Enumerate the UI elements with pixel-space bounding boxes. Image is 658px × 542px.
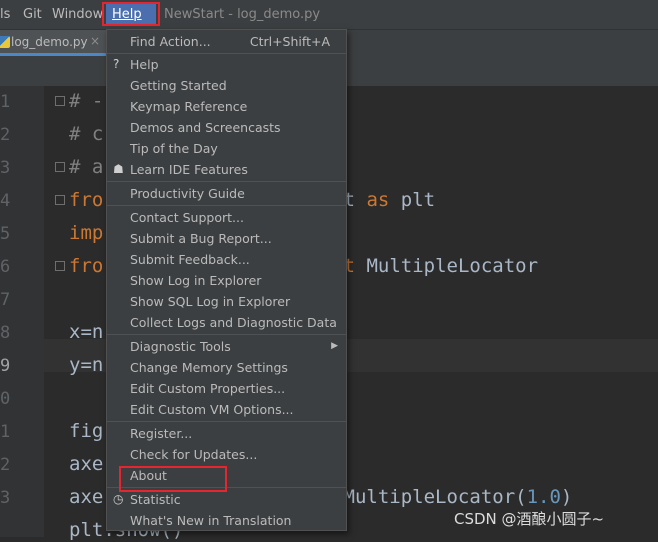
graduation-cap-icon: ☗ — [113, 162, 124, 176]
window-title: NewStart - log_demo.py — [164, 7, 321, 22]
code-line: y=n — [69, 353, 103, 377]
menu-item-getting-started[interactable]: Getting Started — [107, 75, 346, 96]
fold-icon[interactable] — [55, 96, 65, 106]
code-token: as — [366, 189, 390, 211]
menu-item-edit-properties[interactable]: Edit Custom Properties... — [107, 378, 346, 399]
menu-separator — [107, 181, 346, 182]
code-line: axe — [69, 452, 103, 476]
code-token: # a — [69, 156, 104, 178]
menu-item-statistic[interactable]: ◷ Statistic — [107, 489, 346, 510]
line-number: 4 — [0, 191, 11, 211]
code-line: imp — [69, 221, 103, 245]
menu-item-show-sql-log[interactable]: Show SQL Log in Explorer — [107, 291, 346, 312]
watermark-text: CSDN @酒酿小圆子~ — [454, 510, 605, 528]
fold-icon[interactable] — [55, 261, 65, 271]
python-file-icon — [0, 36, 10, 48]
menu-separator — [107, 487, 346, 488]
help-menu: Find Action... Ctrl+Shift+A ? Help Getti… — [106, 29, 347, 531]
menu-item-tip-of-day[interactable]: Tip of the Day — [107, 138, 346, 159]
line-number: 1 — [0, 92, 11, 112]
code-token: plt — [389, 189, 436, 211]
line-number: 6 — [0, 257, 11, 277]
menu-separator — [107, 205, 346, 206]
tab-label: log_demo.py — [11, 35, 88, 49]
line-number: 3 — [0, 488, 11, 508]
code-token: # - — [69, 90, 104, 112]
line-number: 5 — [0, 224, 11, 244]
line-number: 2 — [0, 125, 11, 145]
submenu-arrow-icon: ▶ — [331, 341, 338, 351]
menu-item-find-action[interactable]: Find Action... Ctrl+Shift+A — [107, 31, 346, 52]
menu-help-label: Help — [112, 7, 142, 22]
line-number: 2 — [0, 455, 11, 475]
close-icon[interactable]: × — [90, 33, 100, 49]
code-line: # - — [69, 89, 103, 113]
menu-item-submit-feedback[interactable]: Submit Feedback... — [107, 249, 346, 270]
line-number: 7 — [0, 290, 11, 310]
code-token: ) — [560, 486, 573, 508]
menu-item-contact-support[interactable]: Contact Support... — [107, 207, 346, 228]
code-token: fig — [69, 420, 104, 442]
menu-item-register[interactable]: Register... — [107, 423, 346, 444]
menu-item-collect-logs[interactable]: Collect Logs and Diagnostic Data — [107, 312, 346, 333]
code-token: 1.0 — [526, 486, 561, 508]
line-number: 8 — [0, 323, 11, 343]
tab-log-demo[interactable]: log_demo.py × — [0, 30, 106, 56]
menu-item-demos[interactable]: Demos and Screencasts — [107, 117, 346, 138]
code-token: axe — [69, 453, 104, 475]
code-line: # a — [69, 155, 103, 179]
menu-git[interactable]: Git — [23, 6, 42, 23]
menu-item-edit-vm-options[interactable]: Edit Custom VM Options... — [107, 399, 346, 420]
fold-icon[interactable] — [55, 162, 65, 172]
line-number: 1 — [0, 422, 11, 442]
clock-icon: ◷ — [113, 492, 124, 506]
menu-item-change-memory[interactable]: Change Memory Settings — [107, 357, 346, 378]
menu-separator — [107, 334, 346, 335]
menu-item-submit-bug[interactable]: Submit a Bug Report... — [107, 228, 346, 249]
menu-item-show-log[interactable]: Show Log in Explorer — [107, 270, 346, 291]
code-token: axe — [69, 486, 104, 508]
code-token: fro — [69, 189, 104, 211]
menu-item-diagnostic-tools[interactable]: Diagnostic Tools ▶ — [107, 336, 346, 357]
menu-item-help[interactable]: ? Help — [107, 54, 346, 75]
code-token: imp — [69, 222, 104, 244]
code-token: y=n — [69, 354, 104, 376]
menu-item-keymap-reference[interactable]: Keymap Reference — [107, 96, 346, 117]
menu-item-check-updates[interactable]: Check for Updates... — [107, 444, 346, 465]
code-token: fro — [69, 255, 104, 277]
menu-item-whats-new-translation[interactable]: What's New in Translation — [107, 510, 346, 531]
line-number: 9 — [0, 356, 11, 376]
menu-item-productivity-guide[interactable]: Productivity Guide — [107, 183, 346, 204]
code-token: # c — [69, 123, 104, 145]
question-icon: ? — [113, 57, 120, 71]
menu-vcs-partial[interactable]: ls — [0, 6, 10, 23]
code-token: MultipleLocator — [355, 255, 539, 277]
menu-item-about[interactable]: About — [107, 465, 346, 486]
menu-separator — [107, 421, 346, 422]
menu-bar: ls Git Window Help NewStart - log_demo.p… — [0, 0, 658, 30]
line-number: 0 — [0, 389, 11, 409]
fold-icon[interactable] — [55, 195, 65, 205]
menu-help[interactable]: Help — [106, 4, 156, 25]
shortcut-label: Ctrl+Shift+A — [249, 34, 330, 49]
code-token: x=n — [69, 321, 104, 343]
menu-window[interactable]: Window — [52, 6, 103, 23]
line-number: 3 — [0, 158, 11, 178]
menu-item-learn-ide[interactable]: ☗ Learn IDE Features — [107, 159, 346, 180]
